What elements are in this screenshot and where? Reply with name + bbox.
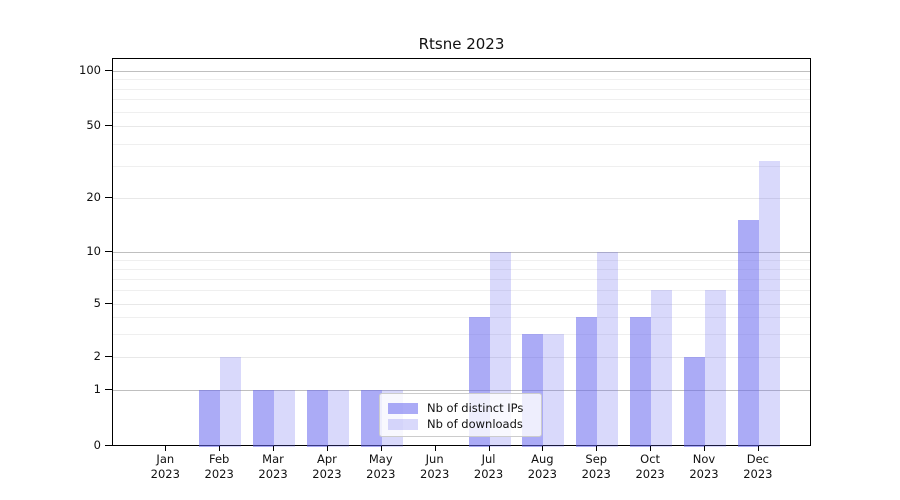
plot-area: Nb of distinct IPs Nb of downloads [112, 58, 811, 446]
y-axis-tick [105, 356, 112, 357]
gridline [113, 198, 810, 199]
bar-distinct-ips [307, 390, 328, 447]
bar-downloads [759, 161, 780, 447]
x-axis-tick [758, 446, 759, 451]
gridline [113, 99, 810, 100]
legend-swatch-distinct-ips [388, 403, 418, 414]
legend-label-distinct-ips: Nb of distinct IPs [427, 401, 523, 415]
legend-swatch-downloads [388, 419, 418, 430]
y-tick-label: 100 [0, 62, 101, 78]
gridline [113, 126, 810, 127]
y-tick-label: 50 [0, 117, 101, 133]
gridline [113, 252, 810, 253]
y-tick-label: 0 [0, 437, 101, 453]
legend-label-downloads: Nb of downloads [427, 417, 523, 431]
x-axis-tick [327, 446, 328, 451]
bar-downloads [651, 290, 672, 447]
x-axis-tick [381, 446, 382, 451]
bar-downloads [597, 252, 618, 447]
x-axis-tick [435, 446, 436, 451]
x-axis-tick [165, 446, 166, 451]
bar-distinct-ips [199, 390, 220, 447]
x-axis-tick [704, 446, 705, 451]
y-axis-tick [105, 445, 112, 446]
x-axis-tick [650, 446, 651, 451]
bar-downloads [543, 334, 564, 447]
y-tick-label: 20 [0, 189, 101, 205]
gridline [113, 166, 810, 167]
bar-distinct-ips [630, 317, 651, 447]
y-tick-label: 2 [0, 348, 101, 364]
y-tick-label: 10 [0, 243, 101, 259]
x-tick-label: Dec2023 [726, 452, 790, 482]
y-axis-tick [105, 70, 112, 71]
gridline [113, 112, 810, 113]
bar-downloads [328, 390, 349, 447]
y-axis-tick [105, 303, 112, 304]
gridline [113, 260, 810, 261]
bar-downloads [705, 290, 726, 447]
figure: Rtsne 2023 Nb of distinct IPs Nb of down… [0, 0, 900, 500]
bar-downloads [274, 390, 295, 447]
legend-item-distinct-ips: Nb of distinct IPs [388, 400, 533, 416]
bar-distinct-ips [738, 220, 759, 447]
legend: Nb of distinct IPs Nb of downloads [379, 393, 542, 437]
x-axis-tick [596, 446, 597, 451]
y-axis-tick [105, 251, 112, 252]
legend-item-downloads: Nb of downloads [388, 416, 533, 432]
gridline [113, 269, 810, 270]
gridline [113, 89, 810, 90]
x-axis-tick [273, 446, 274, 451]
chart-title: Rtsne 2023 [112, 35, 811, 53]
gridline [113, 279, 810, 280]
y-axis-tick [105, 389, 112, 390]
gridline [113, 71, 810, 72]
x-axis-tick [542, 446, 543, 451]
gridline [113, 144, 810, 145]
x-axis-tick [219, 446, 220, 451]
gridline [113, 79, 810, 80]
y-tick-label: 1 [0, 381, 101, 397]
y-axis-tick [105, 125, 112, 126]
x-axis-tick [489, 446, 490, 451]
bar-downloads [220, 357, 241, 447]
bar-distinct-ips [576, 317, 597, 447]
y-tick-label: 5 [0, 295, 101, 311]
bar-distinct-ips [253, 390, 274, 447]
bar-distinct-ips [684, 357, 705, 447]
y-axis-tick [105, 197, 112, 198]
